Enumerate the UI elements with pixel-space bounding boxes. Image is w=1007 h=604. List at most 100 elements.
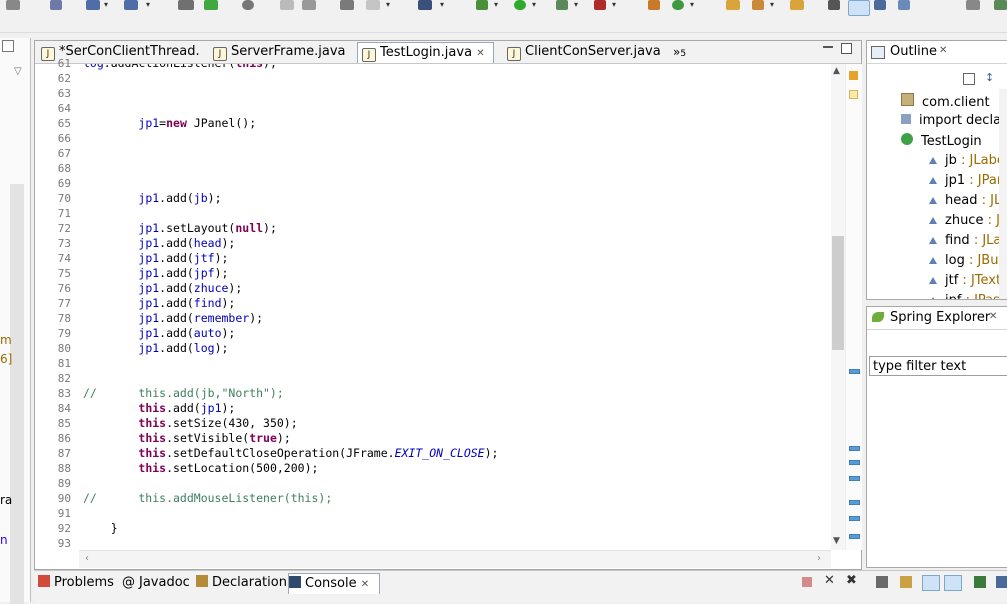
scroll-right-icon[interactable]: ›: [817, 553, 821, 564]
outline-item[interactable]: head : JLa: [929, 193, 1007, 208]
code-line[interactable]: jp1.add(log);: [83, 341, 228, 355]
remove-all-icon[interactable]: ✖: [846, 573, 857, 588]
occurrence-marker[interactable]: [849, 534, 860, 539]
outline-item[interactable]: import declara: [901, 113, 1007, 128]
tab-declaration[interactable]: Declaration: [196, 573, 287, 593]
toolbar-button-toggle-mark[interactable]: [848, 0, 870, 16]
toolbar-button-terminal[interactable]: [366, 0, 380, 10]
tab-serverframe[interactable]: J ServerFrame.java: [209, 42, 346, 62]
chevron-down-icon[interactable]: ▾: [690, 0, 697, 9]
tab-problems[interactable]: Problems: [38, 573, 114, 593]
toolbar-button-debug-perspective[interactable]: [898, 0, 910, 10]
outline-item[interactable]: find : JLab: [929, 233, 1007, 248]
open-console-icon[interactable]: [996, 576, 1007, 588]
clear-console-icon[interactable]: [876, 576, 888, 588]
toolbar-button-new-server[interactable]: [124, 0, 138, 10]
code-line[interactable]: // this.add(jb,"North");: [83, 386, 284, 400]
code-line[interactable]: this.setDefaultCloseOperation(JFrame.EXI…: [83, 446, 498, 460]
pencil-icon[interactable]: [752, 0, 764, 10]
stop-icon[interactable]: [594, 0, 606, 10]
maximize-icon[interactable]: [841, 43, 852, 54]
chevron-down-icon[interactable]: ▾: [494, 0, 501, 9]
occurrence-marker[interactable]: [849, 460, 860, 465]
occurrence-marker[interactable]: [849, 476, 860, 481]
tab-javadoc[interactable]: @ Javadoc: [122, 573, 190, 593]
code-line[interactable]: this.setVisible(true);: [83, 431, 290, 445]
outline-item[interactable]: jb : JLabel: [929, 153, 1007, 168]
remove-launch-icon[interactable]: ✕: [824, 573, 835, 588]
minimize-icon[interactable]: [823, 46, 833, 48]
left-scrollbar[interactable]: [10, 184, 24, 604]
scroll-thumb[interactable]: [832, 236, 844, 350]
tab-clientconserver[interactable]: J ClientConServer.java: [503, 42, 661, 62]
toolbar-button-open-perspective[interactable]: [966, 0, 980, 10]
code-line[interactable]: jp1.add(zhuce);: [83, 281, 242, 295]
scroll-up-icon[interactable]: ▲: [833, 66, 840, 76]
vertical-scrollbar[interactable]: ▲ ▼: [831, 64, 845, 550]
code-line[interactable]: jp1.add(remember);: [83, 311, 263, 325]
view-menu-icon[interactable]: ▽: [14, 66, 24, 77]
tab-overflow[interactable]: »5: [673, 42, 686, 62]
close-icon[interactable]: ✕: [476, 48, 484, 59]
toolbar-button-new-package[interactable]: [648, 0, 660, 10]
code-line[interactable]: jp1.add(jb);: [83, 191, 221, 205]
open-folder-icon[interactable]: [790, 0, 804, 10]
outline-item[interactable]: com.client: [901, 93, 990, 110]
outline-item[interactable]: TestLogin: [901, 133, 982, 149]
chevron-down-icon[interactable]: ▾: [574, 0, 581, 9]
toolbar-button-deploy[interactable]: [178, 0, 194, 10]
code-area[interactable]: log.addActionListener(this); jp1=new JPa…: [35, 64, 831, 550]
code-line[interactable]: jp1=new JPanel();: [83, 116, 256, 130]
outline-item[interactable]: jtf : JTextF: [929, 273, 1007, 288]
folder-icon[interactable]: [726, 0, 740, 10]
toolbar-button-java-perspective[interactable]: [874, 0, 886, 10]
code-line[interactable]: jp1.add(head);: [83, 236, 235, 250]
occurrence-marker[interactable]: [849, 369, 860, 374]
run-external-icon[interactable]: [556, 0, 568, 10]
chevron-down-icon[interactable]: ▾: [532, 0, 539, 9]
outline-scrollbar[interactable]: [999, 89, 1007, 299]
show-on-output-icon[interactable]: [922, 575, 940, 591]
toolbar-button-new-class[interactable]: [672, 0, 684, 10]
outline-item[interactable]: log : JButt: [929, 253, 1007, 268]
close-icon[interactable]: ✕: [361, 579, 369, 590]
horizontal-scrollbar[interactable]: ‹ ›: [79, 550, 831, 568]
code-line[interactable]: jp1.setLayout(null);: [83, 221, 277, 235]
tab-console[interactable]: Console ✕: [288, 573, 380, 594]
toolbar-button-console[interactable]: [340, 0, 354, 10]
toolbar-button-open-type[interactable]: [280, 0, 294, 10]
outline-item[interactable]: jpf : JPass: [929, 293, 1007, 299]
code-line[interactable]: this.setSize(430, 350);: [83, 416, 297, 430]
toolbar-button-print[interactable]: [50, 0, 62, 10]
close-icon[interactable]: ✕: [939, 45, 947, 56]
collapse-all-icon[interactable]: [963, 73, 975, 85]
debug-icon[interactable]: [476, 0, 488, 10]
code-line[interactable]: this.add(jp1);: [83, 401, 235, 415]
chevron-down-icon[interactable]: ▾: [146, 0, 153, 9]
sort-icon[interactable]: ↕: [985, 71, 994, 84]
code-line[interactable]: // this.addMouseListener(this);: [83, 491, 332, 505]
spring-explorer-tab[interactable]: Spring Explorer ✕: [867, 307, 1007, 330]
code-line[interactable]: }: [83, 521, 118, 535]
terminate-icon[interactable]: [802, 577, 812, 587]
globe-icon[interactable]: [242, 0, 254, 10]
chevron-down-icon[interactable]: ▾: [440, 0, 447, 9]
filter-input[interactable]: type filter text: [869, 356, 1007, 376]
outline-item[interactable]: jp1 : JPanel: [929, 173, 1007, 188]
minimize-icon[interactable]: [2, 40, 14, 52]
toolbar-button-open-resource[interactable]: [302, 0, 316, 10]
toolbar-button-publish[interactable]: [204, 0, 218, 10]
code-line[interactable]: jp1.add(jpf);: [83, 266, 228, 280]
code-line[interactable]: this.setLocation(500,200);: [83, 461, 318, 475]
chevron-down-icon[interactable]: ▾: [770, 0, 777, 9]
show-on-error-icon[interactable]: [944, 575, 962, 591]
code-line[interactable]: jp1.add(find);: [83, 296, 235, 310]
outline-tab[interactable]: Outline ✕: [867, 41, 1007, 64]
occurrence-marker[interactable]: [849, 446, 860, 451]
scroll-down-icon[interactable]: ▼: [833, 536, 840, 546]
run-icon[interactable]: [514, 0, 526, 10]
chevron-down-icon[interactable]: ▾: [104, 0, 111, 9]
chevron-down-icon[interactable]: ▾: [612, 0, 619, 9]
outline-item[interactable]: zhuce : JLa: [929, 213, 1007, 228]
scroll-lock-icon[interactable]: [900, 576, 912, 588]
